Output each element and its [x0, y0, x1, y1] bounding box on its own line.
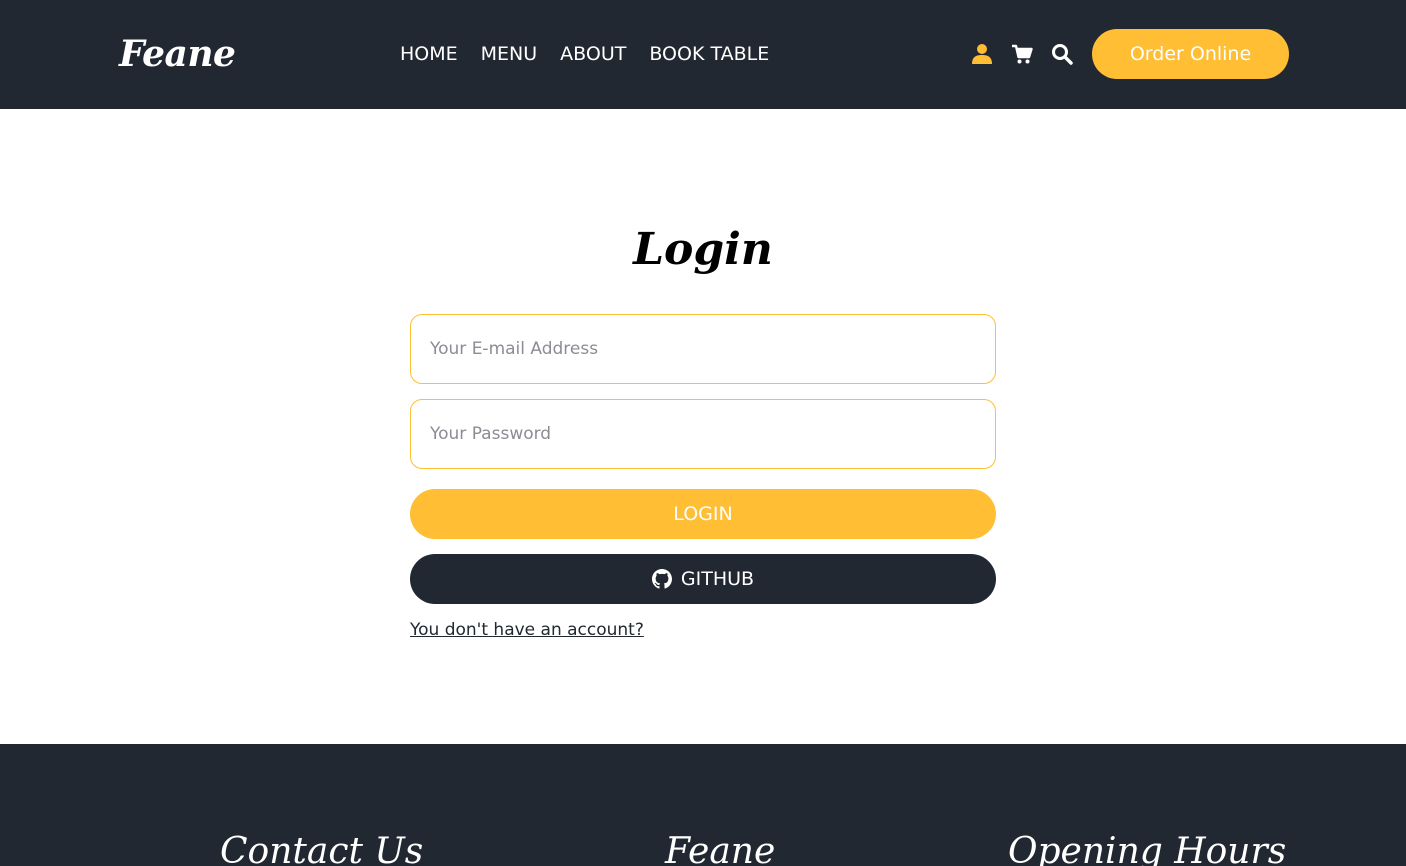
brand-logo[interactable]: Feane: [119, 30, 236, 78]
footer-heading-hours: Opening Hours: [1008, 831, 1287, 866]
footer-heading-brand: Feane: [665, 831, 776, 866]
main-nav: HOME MENU ABOUT BOOK TABLE: [400, 40, 769, 68]
nav-item-menu[interactable]: MENU: [481, 40, 538, 68]
nav-item-about[interactable]: ABOUT: [560, 40, 626, 68]
github-login-button[interactable]: GITHUB: [410, 554, 996, 604]
search-icon[interactable]: [1050, 42, 1074, 66]
nav-item-book-table[interactable]: BOOK TABLE: [649, 40, 769, 68]
page-title: Login: [633, 224, 773, 275]
footer-heading-contact: Contact Us: [220, 831, 424, 866]
nav-item-home[interactable]: HOME: [400, 40, 458, 68]
login-button[interactable]: LOGIN: [410, 489, 996, 539]
site-footer: Contact Us Feane Opening Hours: [0, 744, 1406, 866]
site-header: Feane HOME MENU ABOUT BOOK TABLE Order O…: [0, 0, 1406, 109]
order-online-button[interactable]: Order Online: [1092, 29, 1289, 79]
github-button-label: GITHUB: [680, 568, 755, 590]
cart-icon[interactable]: [1010, 42, 1034, 66]
user-icon[interactable]: [970, 42, 994, 66]
password-field[interactable]: [410, 399, 996, 469]
email-field[interactable]: [410, 314, 996, 384]
register-link[interactable]: You don't have an account?: [410, 620, 644, 640]
github-icon: [651, 569, 672, 589]
